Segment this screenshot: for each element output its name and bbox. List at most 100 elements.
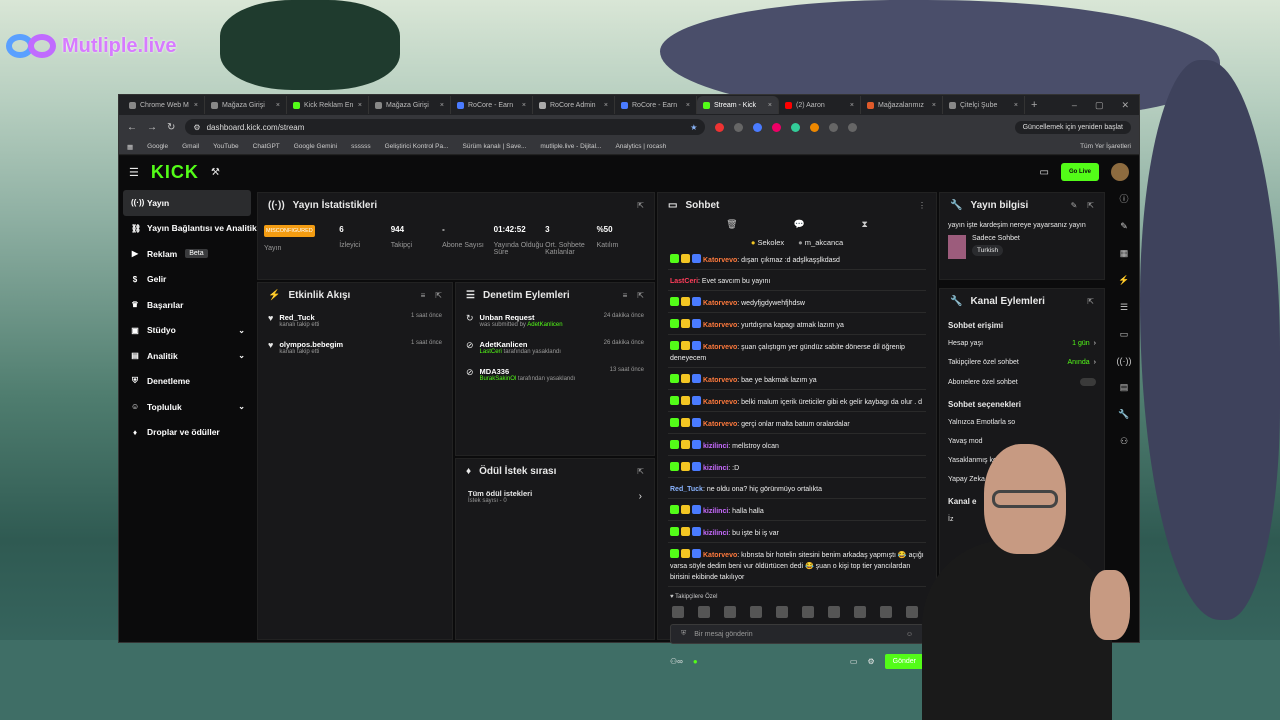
list-item[interactable]: ⊘ MDA336 BurakSakinOl tarafından yasakland… [456,361,654,388]
popout-icon[interactable]: ⇱ [637,467,644,476]
close-tab-icon[interactable]: × [194,102,198,109]
bookmark-item[interactable]: Geliştirici Kontrol Pa... [385,143,449,150]
user-name[interactable]: LastCeri [480,349,502,355]
chat-username[interactable]: kizilinci [703,530,728,537]
emote-icon[interactable] [750,606,762,618]
forward-icon[interactable]: → [147,122,157,133]
browser-tab[interactable]: RoCore - Earn × [615,96,697,114]
chat-username[interactable]: kizilinci [703,465,728,472]
sidebar-item-analitik[interactable]: ▤ Analitik ⌄ [123,343,251,369]
kick-logo[interactable]: KICK [151,162,199,183]
setting-account-age[interactable]: Hesap yaşı 1 gün › [940,334,1104,353]
menu-icon[interactable]: ☰ [129,166,139,179]
user-name[interactable]: AdetKanlicen [527,322,562,328]
edit-pencil-icon[interactable]: ✎ [1071,201,1078,210]
emote-icon[interactable] [698,606,710,618]
chat-username[interactable]: Katorvevo [703,300,737,307]
sidebar-item-denetleme[interactable]: ⛨ Denetleme [123,369,251,395]
bookmark-item[interactable]: Gmail [182,143,199,150]
emote-icon[interactable] [880,606,892,618]
kick-points-icon[interactable]: ⚇∞ [670,657,683,666]
extension-icon[interactable] [810,122,820,132]
extension-icon[interactable] [753,122,763,132]
user-name[interactable]: olympos.bebegim [279,340,343,349]
extension-icon[interactable] [829,122,839,132]
apps-grid-icon[interactable]: ▦ [127,143,133,151]
wrench-icon[interactable]: 🔧 [1118,409,1129,420]
subscribers-only-toggle[interactable] [1080,378,1096,386]
go-live-button[interactable]: Go Live [1060,163,1099,181]
browser-tab[interactable]: Mağaza Girişi × [205,96,287,114]
extension-icon[interactable] [791,122,801,132]
trash-icon[interactable]: 🗑 [726,219,737,230]
emote-icon[interactable] [672,606,684,618]
site-info-icon[interactable]: ⚙ [193,123,200,132]
popout-icon[interactable]: ⇱ [637,291,644,300]
close-tab-icon[interactable]: × [522,102,526,109]
browser-tab[interactable]: Mağaza Girişi × [369,96,451,114]
maximize-icon[interactable]: ▢ [1095,100,1104,111]
close-window-icon[interactable]: ✕ [1121,100,1129,111]
chat-username[interactable]: Katorvevo [703,399,737,406]
sidebar-item-basarilar[interactable]: ♛ Başarılar [123,292,251,318]
close-tab-icon[interactable]: × [276,102,280,109]
broadcast-icon[interactable]: ((·)) [1117,356,1132,366]
browser-tab[interactable]: Mağazalarımız × [861,96,943,114]
close-tab-icon[interactable]: × [1014,102,1018,109]
browser-tab-active[interactable]: Stream - Kick × [697,96,779,114]
browser-tab[interactable]: Chrome Web M × [123,96,205,114]
chat-username[interactable]: Katorvevo [703,377,737,384]
document-icon[interactable]: ▤ [1120,382,1129,393]
popout-icon[interactable]: ⇱ [1087,201,1094,210]
close-tab-icon[interactable]: × [850,102,854,109]
settings-gear-icon[interactable]: ⚙ [867,657,874,666]
browser-tab[interactable]: (2) Aaron × [779,96,861,114]
all-bookmarks-folder[interactable]: Tüm Yer İşaretleri [1080,143,1131,150]
popout-icon[interactable]: ⇱ [1087,297,1094,306]
sidebar-item-gelir[interactable]: $ Gelir [123,267,251,293]
list-item[interactable]: ↻ Unban Request was submitted by AdetKanli… [456,307,654,334]
sidebar-item-studyo[interactable]: ▣ Stüdyo ⌄ [123,318,251,344]
sidebar-item-topluluk[interactable]: ☺ Topluluk ⌄ [123,394,251,420]
extension-icon[interactable] [734,122,744,132]
chat-username[interactable]: Katorvevo [703,322,737,329]
layout-icon[interactable]: ▦ [1120,248,1129,259]
hourglass-icon[interactable]: ⧗ [861,219,867,230]
popout-icon[interactable]: ⇱ [637,201,644,210]
back-icon[interactable]: ← [127,122,137,133]
sidebar-item-reklam[interactable]: ▶ Reklam Beta [123,241,251,267]
more-icon[interactable]: ⋮ [918,201,926,210]
browser-tab[interactable]: RoCore - Earn × [451,96,533,114]
message-icon[interactable]: 💬 [794,219,805,230]
chat-bubble-icon[interactable]: ▭ [850,657,858,666]
bookmark-item[interactable]: Sürüm kanalı | Save... [463,143,527,150]
filter-icon[interactable]: ≡ [623,291,628,300]
bookmark-item[interactable]: Google [147,143,168,150]
moderator-name[interactable]: ● Sekolex [751,238,784,247]
chat-username[interactable]: kizilinci [703,443,728,450]
reload-icon[interactable]: ↻ [167,122,175,133]
moderator-name[interactable]: ● m_akcanca [798,238,843,247]
chat-bubble-icon[interactable]: ▭ [1120,329,1129,340]
list-item[interactable]: ⊘ AdetKanlicen LastCeri tarafından yasakla… [456,334,654,361]
close-tab-icon[interactable]: × [768,102,772,109]
avatar[interactable] [1111,163,1129,181]
extension-icon[interactable] [715,122,725,132]
bookmark-item[interactable]: Google Gemini [294,143,337,150]
chat-username[interactable]: Katorvevo [703,257,737,264]
edit-pencil-icon[interactable]: ✎ [1120,221,1128,232]
bookmark-item[interactable]: mutliple.live - Dijital... [540,143,601,150]
close-tab-icon[interactable]: × [358,102,362,109]
browser-tab[interactable]: Kick Reklam En × [287,96,369,114]
emote-icon[interactable] [854,606,866,618]
setting-followers-only[interactable]: Takipçilere özel sohbet Anında › [940,353,1104,372]
sidebar-item-link-analytics[interactable]: ⛓ Yayın Bağlantısı ve Analitik [123,216,257,242]
chat-username[interactable]: Katorvevo [703,552,737,559]
extension-icon[interactable] [772,122,782,132]
chat-username[interactable]: Katorvevo [703,344,737,351]
info-icon[interactable]: ⓘ [1119,192,1128,205]
bookmark-item[interactable]: YouTube [213,143,239,150]
chat-username[interactable]: Red_Tuck [670,486,703,493]
popout-icon[interactable]: ⇱ [435,291,442,300]
browser-tab[interactable]: RoCore Admin × [533,96,615,114]
